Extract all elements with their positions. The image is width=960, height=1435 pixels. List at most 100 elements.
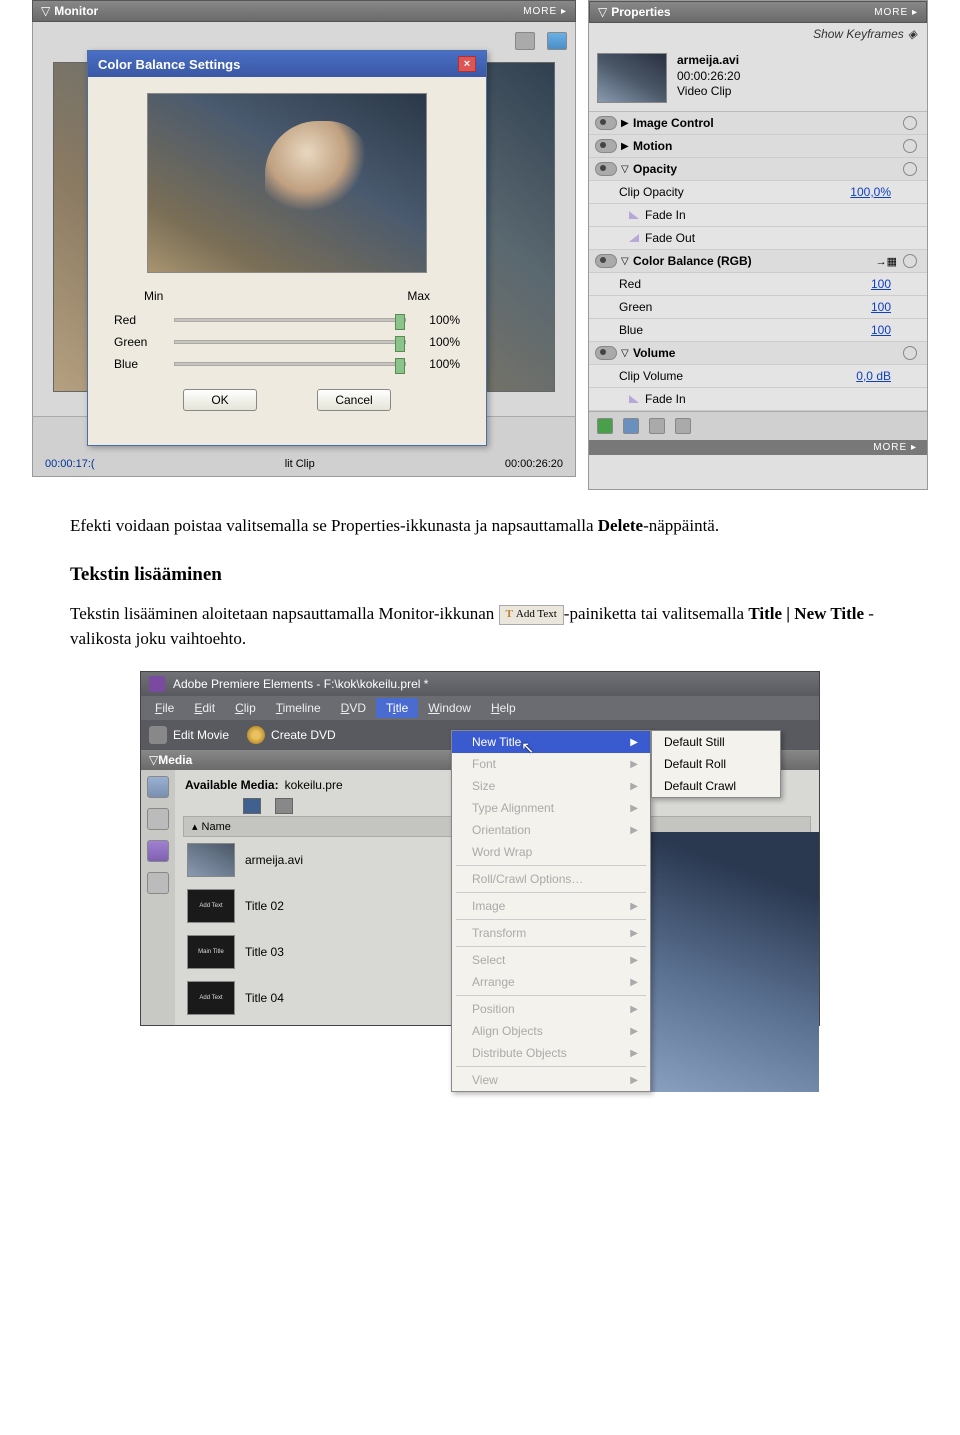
prop-motion[interactable]: ▶Motion <box>589 135 927 158</box>
stopwatch-icon[interactable] <box>903 346 917 360</box>
camera-icon[interactable] <box>515 32 535 50</box>
prop-volume[interactable]: ▽Volume <box>589 342 927 365</box>
blue-value: 100% <box>416 357 460 371</box>
submenu-default-still[interactable]: Default Still <box>652 731 780 753</box>
chevron-right-icon: ▶ <box>630 759 638 770</box>
menu-size[interactable]: Size▶ <box>452 775 650 797</box>
folder-icon[interactable] <box>623 418 639 434</box>
timecode-left[interactable]: 00:00:17:( <box>45 458 95 470</box>
menu-file[interactable]: File <box>145 698 184 718</box>
menu-timeline[interactable]: Timeline <box>266 698 331 718</box>
menu-clip[interactable]: Clip <box>225 698 266 718</box>
camera-icon[interactable] <box>147 776 169 798</box>
stopwatch-icon[interactable] <box>903 162 917 176</box>
menu-position[interactable]: Position▶ <box>452 998 650 1020</box>
menu-distribute[interactable]: Distribute Objects▶ <box>452 1042 650 1064</box>
prop-color-balance[interactable]: ▽Color Balance (RGB)→▦ <box>589 250 927 273</box>
expand-icon[interactable]: ▽ <box>621 256 633 267</box>
red-value[interactable]: 100 <box>871 277 891 291</box>
menu-help[interactable]: Help <box>481 698 526 718</box>
eye-icon[interactable] <box>595 254 617 268</box>
prop-image-control[interactable]: ▶Image Control <box>589 112 927 135</box>
prop-fade-in-vol[interactable]: Fade In <box>589 388 927 411</box>
new-icon[interactable] <box>649 418 665 434</box>
expand-icon[interactable]: ▽ <box>621 348 633 359</box>
camcorder-icon[interactable] <box>147 808 169 830</box>
more-button[interactable]: MORE ▸ <box>523 6 567 17</box>
delete-key: Delete <box>598 516 643 535</box>
filmstrip-icon[interactable] <box>243 798 261 814</box>
paragraph-2: Tekstin lisääminen aloitetaan napsauttam… <box>70 602 890 651</box>
monitor-header[interactable]: ▽Monitor MORE ▸ <box>32 0 576 22</box>
speaker-icon[interactable] <box>275 798 293 814</box>
menu-font[interactable]: Font▶ <box>452 753 650 775</box>
menu-type-alignment[interactable]: Type Alignment▶ <box>452 797 650 819</box>
prop-fade-out[interactable]: Fade Out <box>589 227 927 250</box>
effect-icon[interactable] <box>147 840 169 862</box>
menu-transform[interactable]: Transform▶ <box>452 922 650 944</box>
eye-icon[interactable] <box>595 346 617 360</box>
properties-header[interactable]: ▽Properties MORE ▸ <box>589 1 927 23</box>
menu-view[interactable]: View▶ <box>452 1069 650 1091</box>
edit-movie-button[interactable]: Edit Movie <box>149 726 229 744</box>
expand-icon[interactable]: ▽ <box>621 164 633 175</box>
menu-roll-crawl[interactable]: Roll/Crawl Options… <box>452 868 650 890</box>
menu-align-objects[interactable]: Align Objects▶ <box>452 1020 650 1042</box>
menu-image[interactable]: Image▶ <box>452 895 650 917</box>
menu-edit[interactable]: Edit <box>184 698 225 718</box>
clip-timecode: 00:00:26:20 <box>677 69 740 85</box>
paragraph-1: Efekti voidaan poistaa valitsemalla se P… <box>70 514 890 539</box>
blue-value[interactable]: 100 <box>871 323 891 337</box>
prop-opacity[interactable]: ▽Opacity <box>589 158 927 181</box>
menu-window[interactable]: Window <box>418 698 481 718</box>
thumbnail: Add Text <box>187 981 235 1015</box>
green-slider[interactable] <box>174 340 406 344</box>
stopwatch-icon[interactable] <box>903 139 917 153</box>
template-icon[interactable] <box>147 872 169 894</box>
menu-word-wrap[interactable]: Word Wrap <box>452 841 650 863</box>
menu-new-title[interactable]: New Title▶ <box>452 731 650 753</box>
create-dvd-button[interactable]: Create DVD <box>247 726 336 744</box>
more-button[interactable]: MORE ▸ <box>874 7 918 18</box>
eye-icon[interactable] <box>595 139 617 153</box>
split-clip-label[interactable]: lit Clip <box>285 458 315 470</box>
ok-button[interactable]: OK <box>183 389 257 411</box>
close-icon[interactable]: × <box>458 56 476 72</box>
monitor-title: Monitor <box>54 4 98 18</box>
menu-title[interactable]: Title <box>376 698 418 718</box>
dialog-title-text: Color Balance Settings <box>98 57 240 72</box>
menu-orientation[interactable]: Orientation▶ <box>452 819 650 841</box>
menu-select[interactable]: Select▶ <box>452 949 650 971</box>
slider-green: Green 100% <box>104 331 470 353</box>
more-button-bottom[interactable]: MORE ▸ <box>589 440 927 455</box>
dialog-titlebar[interactable]: Color Balance Settings × <box>88 51 486 77</box>
submenu-default-roll[interactable]: Default Roll <box>652 753 780 775</box>
submenu-default-crawl[interactable]: Default Crawl <box>652 775 780 797</box>
blue-slider[interactable] <box>174 362 406 366</box>
cancel-button[interactable]: Cancel <box>317 389 391 411</box>
chevron-right-icon: ▶ <box>630 781 638 792</box>
green-value[interactable]: 100 <box>871 300 891 314</box>
picture-icon[interactable] <box>547 32 567 50</box>
sort-up-icon: ▴ <box>192 820 198 833</box>
play-icon[interactable] <box>597 418 613 434</box>
triangle-icon <box>629 211 639 219</box>
expand-icon[interactable]: ▶ <box>621 141 633 152</box>
trash-icon[interactable] <box>675 418 691 434</box>
cursor-icon: ↖ <box>521 738 534 758</box>
eye-icon[interactable] <box>595 162 617 176</box>
expand-icon[interactable]: ▶ <box>621 118 633 129</box>
opacity-value[interactable]: 100,0% <box>850 185 891 199</box>
stopwatch-icon[interactable] <box>903 116 917 130</box>
red-slider[interactable] <box>174 318 406 322</box>
stopwatch-icon[interactable] <box>903 254 917 268</box>
color-balance-dialog: Color Balance Settings × Min Max Red 100… <box>87 50 487 446</box>
menu-arrange[interactable]: Arrange▶ <box>452 971 650 993</box>
prop-fade-in[interactable]: Fade In <box>589 204 927 227</box>
app-titlebar[interactable]: Adobe Premiere Elements - F:\kok\kokeilu… <box>141 672 819 696</box>
setup-icon[interactable]: →▦ <box>876 255 897 268</box>
menu-dvd[interactable]: DVD <box>331 698 376 718</box>
volume-value[interactable]: 0,0 dB <box>856 369 891 383</box>
show-keyframes[interactable]: Show Keyframes ◈ <box>589 23 927 45</box>
eye-icon[interactable] <box>595 116 617 130</box>
